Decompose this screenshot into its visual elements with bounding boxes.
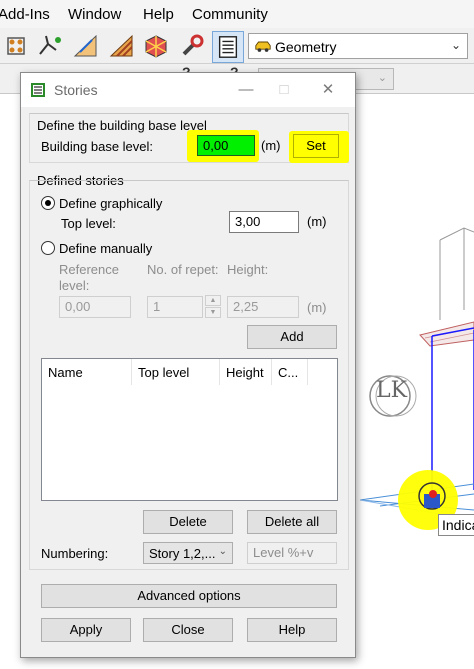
numbering-select-value: Story 1,2,... <box>149 546 216 561</box>
advanced-options-button[interactable]: Advanced options <box>41 584 337 608</box>
column-c[interactable]: C... <box>272 359 308 385</box>
delete-all-button[interactable]: Delete all <box>247 510 337 534</box>
stories-tool-button[interactable] <box>212 31 244 63</box>
dialog-titlebar[interactable]: Stories — □ ✕ <box>21 73 355 107</box>
stepper-down-icon: ▼ <box>205 307 221 318</box>
height-unit: (m) <box>307 300 327 315</box>
menu-community[interactable]: Community <box>192 6 268 23</box>
top-level-input[interactable]: 3,00 <box>229 211 299 233</box>
define-graphically-label[interactable]: Define graphically <box>59 196 162 211</box>
lk-symbol: LK <box>376 378 408 403</box>
set-button[interactable]: Set <box>293 134 339 158</box>
menu-window[interactable]: Window <box>68 6 121 23</box>
stepper-up-icon: ▲ <box>205 295 221 306</box>
minimize-button[interactable]: — <box>231 78 261 102</box>
wrench-tool-icon[interactable] <box>178 32 206 60</box>
numbering-select[interactable]: Story 1,2,... ⌄ <box>143 542 233 564</box>
menu-bar: Add-Ins Window Help Community <box>0 0 474 28</box>
grid-tool-icon[interactable] <box>4 32 32 60</box>
reference-level-input: 0,00 <box>59 296 131 318</box>
base-level-unit: (m) <box>261 138 281 153</box>
numbering-label: Numbering: <box>41 546 109 561</box>
column-top-level[interactable]: Top level <box>132 359 220 385</box>
define-manually-radio[interactable] <box>41 241 55 255</box>
apply-button[interactable]: Apply <box>41 618 131 642</box>
stories-app-icon <box>31 83 45 97</box>
define-manually-label[interactable]: Define manually <box>59 241 152 256</box>
delete-button[interactable]: Delete <box>143 510 233 534</box>
reference-level-label: Reference <box>59 262 119 277</box>
reference-level-label-2: level: <box>59 278 90 293</box>
menu-add-ins[interactable]: Add-Ins <box>0 6 50 23</box>
base-level-input[interactable]: 0,00 <box>197 135 255 156</box>
branch-tool-icon[interactable] <box>36 32 64 60</box>
define-graphically-radio[interactable] <box>41 196 55 210</box>
base-level-heading: Define the building base level <box>37 118 207 133</box>
repetitions-label: No. of repet: <box>147 262 219 277</box>
dialog-title: Stories <box>54 82 98 98</box>
close-button[interactable]: Close <box>143 618 233 642</box>
column-name[interactable]: Name <box>42 359 132 385</box>
car-icon <box>255 41 271 52</box>
section-tool-icon[interactable] <box>108 32 136 60</box>
height-input: 2,25 <box>227 296 299 318</box>
layout-select-value: Geometry <box>275 39 337 55</box>
maximize-button: □ <box>279 81 289 98</box>
add-button[interactable]: Add <box>247 325 337 349</box>
menu-help[interactable]: Help <box>143 6 174 23</box>
base-level-label: Building base level: <box>41 139 154 154</box>
height-label: Height: <box>227 262 269 277</box>
numbering-format-input: Level %+v <box>247 542 337 564</box>
close-window-button[interactable]: ✕ <box>313 78 343 102</box>
help-button[interactable]: Help <box>247 618 337 642</box>
chevron-down-icon: ⌄ <box>218 546 227 557</box>
stories-dialog: Stories — □ ✕ Define the building base l… <box>20 72 356 658</box>
cube-tool-icon[interactable] <box>142 32 170 60</box>
column-height[interactable]: Height <box>220 359 272 385</box>
chevron-down-icon: ⌄ <box>377 72 387 84</box>
stories-tool-icon <box>218 36 238 58</box>
chevron-down-icon: ⌄ <box>450 38 461 52</box>
top-level-label: Top level: <box>61 216 116 231</box>
layout-select[interactable]: Geometry ⌄ <box>248 33 468 59</box>
indicator-tooltip: Indica <box>438 514 474 536</box>
top-level-unit: (m) <box>307 214 327 229</box>
repetitions-stepper: ▲ ▼ <box>205 295 221 319</box>
repetitions-input: 1 <box>147 296 203 318</box>
measure-tool-icon[interactable] <box>72 32 100 60</box>
stories-list[interactable]: Name Top level Height C... <box>41 358 338 501</box>
